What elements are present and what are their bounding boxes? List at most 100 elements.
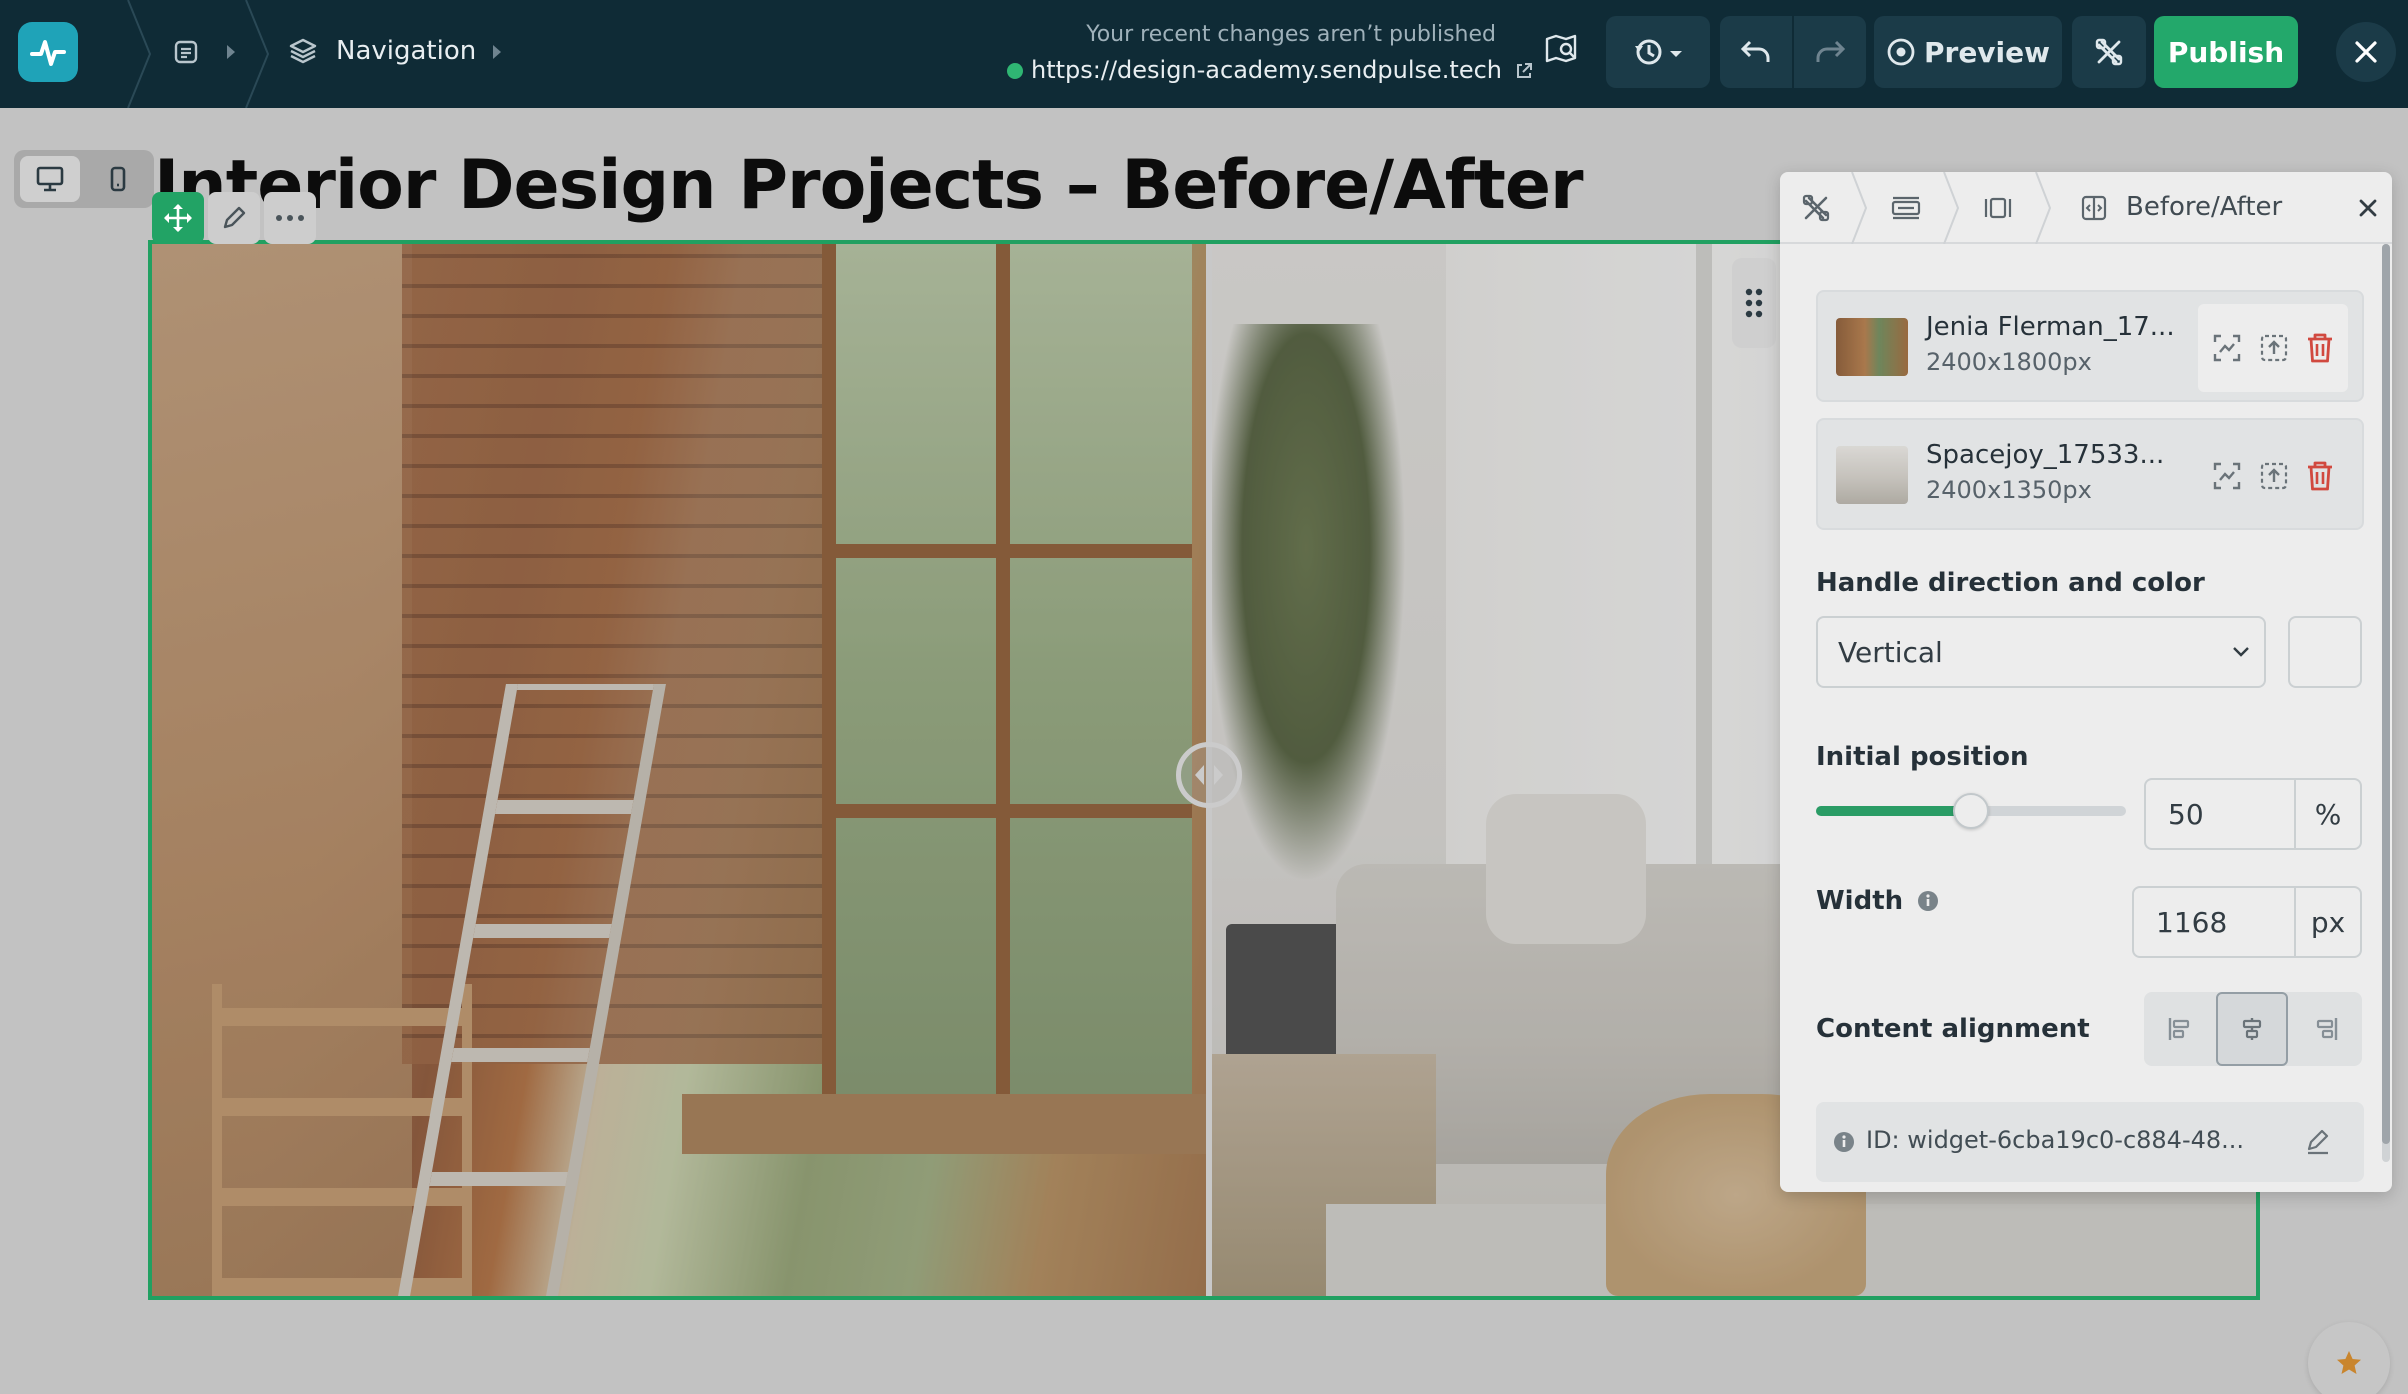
width-input[interactable]: 1168 px xyxy=(2132,886,2362,958)
device-toggle xyxy=(14,150,154,208)
close-editor-button[interactable] xyxy=(2336,22,2396,82)
width-unit: px xyxy=(2294,888,2360,956)
handle-direction-label: Handle direction and color xyxy=(1816,568,2205,598)
eye-icon xyxy=(1887,38,1915,66)
initial-position-label: Initial position xyxy=(1816,742,2029,772)
breadcrumb-separator xyxy=(1943,172,1960,244)
publish-button[interactable]: Publish xyxy=(2154,16,2298,88)
delete-icon[interactable] xyxy=(2305,332,2335,364)
align-left-icon xyxy=(2168,1018,2190,1040)
favorite-button[interactable] xyxy=(2308,1322,2390,1394)
design-tools-icon xyxy=(2095,38,2123,66)
image-size: 2400x1800px xyxy=(1926,348,2092,376)
before-after-icon xyxy=(2076,190,2112,226)
preview-label: Preview xyxy=(1923,35,2051,69)
widget-settings-panel: Before/After Jenia Flerman_17... 2400x18… xyxy=(1780,172,2392,1192)
undo-icon xyxy=(1740,40,1770,62)
image-card-before[interactable]: Jenia Flerman_17... 2400x1800px xyxy=(1816,290,2364,402)
align-left-button[interactable] xyxy=(2144,992,2216,1066)
chevron-down-icon xyxy=(2233,647,2249,657)
column-icon[interactable] xyxy=(1980,190,2016,226)
delete-icon[interactable] xyxy=(2305,460,2335,492)
panel-scrollbar[interactable] xyxy=(2382,244,2390,1162)
info-icon xyxy=(1834,1132,1854,1152)
image-actions xyxy=(2198,304,2348,392)
initial-position-value[interactable]: 50 xyxy=(2168,798,2204,831)
widget-id-field: ID: widget-6cba19c0-c884-48... xyxy=(1816,1102,2364,1182)
undo-button[interactable] xyxy=(1720,16,1792,88)
desktop-icon xyxy=(36,166,64,192)
upload-image-icon[interactable] xyxy=(2258,332,2290,364)
map-search-icon[interactable] xyxy=(1544,32,1578,70)
site-url[interactable]: https://design-academy.sendpulse.tech xyxy=(1007,56,1534,84)
redo-button[interactable] xyxy=(1794,16,1866,88)
content-alignment-label: Content alignment xyxy=(1816,1014,2090,1044)
panel-title: Before/After xyxy=(2126,192,2283,222)
panel-breadcrumb: Before/After xyxy=(1780,172,2392,244)
handle-direction-select[interactable]: Vertical xyxy=(1816,616,2266,688)
external-link-icon xyxy=(1516,63,1532,78)
initial-position-unit: % xyxy=(2294,780,2360,848)
width-value[interactable]: 1168 xyxy=(2156,906,2227,939)
replace-image-icon[interactable] xyxy=(2211,332,2243,364)
close-panel-button[interactable] xyxy=(2350,190,2386,226)
slider-fill xyxy=(1816,806,1971,816)
widget-toolbar xyxy=(152,192,316,244)
chevron-right-icon xyxy=(224,42,238,66)
slider-thumb[interactable] xyxy=(1953,793,1989,829)
info-icon[interactable] xyxy=(1916,889,1940,913)
image-thumbnail xyxy=(1836,446,1908,504)
initial-position-input[interactable]: 50 % xyxy=(2144,778,2362,850)
initial-position-slider[interactable] xyxy=(1816,793,2126,829)
breadcrumb-separator xyxy=(1851,172,1868,244)
handle-color-picker[interactable] xyxy=(2288,616,2362,688)
history-button[interactable] xyxy=(1606,16,1710,88)
width-label: Width xyxy=(1816,886,1940,916)
image-thumbnail xyxy=(1836,318,1908,376)
mobile-view-button[interactable] xyxy=(88,156,148,202)
close-icon xyxy=(2359,199,2377,217)
status-dot xyxy=(1007,63,1023,79)
pages-icon[interactable] xyxy=(172,38,200,70)
align-center-icon xyxy=(2242,1018,2262,1040)
chevron-right-icon xyxy=(490,42,504,66)
panel-scrollbar-thumb[interactable] xyxy=(2382,244,2390,1144)
layers-icon xyxy=(288,36,318,70)
page-title[interactable]: Interior Design Projects – Before/After xyxy=(154,146,1583,225)
drag-handle[interactable] xyxy=(1732,258,1776,348)
pencil-icon xyxy=(223,206,246,229)
star-icon xyxy=(2337,1351,2361,1374)
mobile-icon xyxy=(110,166,126,192)
design-tools-button[interactable] xyxy=(2072,16,2146,88)
move-widget-button[interactable] xyxy=(152,192,204,244)
content-alignment-group xyxy=(2144,992,2362,1066)
more-options-button[interactable] xyxy=(264,192,316,244)
site-url-text[interactable]: https://design-academy.sendpulse.tech xyxy=(1031,56,1502,84)
widget-id-text: ID: widget-6cba19c0-c884-48... xyxy=(1866,1126,2245,1154)
grip-dots-icon xyxy=(1745,288,1763,318)
section-icon[interactable] xyxy=(1888,190,1924,226)
breadcrumb-navigation[interactable]: Navigation xyxy=(336,36,476,66)
image-card-after[interactable]: Spacejoy_17533... 2400x1350px xyxy=(1816,418,2364,530)
edit-id-icon[interactable] xyxy=(2304,1128,2332,1156)
replace-image-icon[interactable] xyxy=(2211,460,2243,492)
width-label-text: Width xyxy=(1816,886,1904,916)
image-size: 2400x1350px xyxy=(1926,476,2092,504)
undo-redo-group xyxy=(1720,16,1866,88)
breadcrumb-separator xyxy=(244,0,272,108)
edit-widget-button[interactable] xyxy=(208,192,260,244)
breadcrumb-separator xyxy=(2035,172,2052,244)
image-name: Spacejoy_17533... xyxy=(1926,440,2165,470)
app-logo[interactable] xyxy=(18,22,78,82)
top-bar: Navigation Your recent changes aren’t pu… xyxy=(0,0,2408,108)
more-dots-icon xyxy=(276,215,304,221)
design-tools-icon[interactable] xyxy=(1798,190,1834,226)
align-center-button[interactable] xyxy=(2216,992,2288,1066)
desktop-view-button[interactable] xyxy=(20,156,80,202)
upload-image-icon[interactable] xyxy=(2258,460,2290,492)
preview-button[interactable]: Preview xyxy=(1874,16,2062,88)
align-right-button[interactable] xyxy=(2290,992,2362,1066)
move-icon xyxy=(164,204,192,232)
history-icon xyxy=(1635,39,1682,65)
image-actions xyxy=(2198,432,2348,520)
